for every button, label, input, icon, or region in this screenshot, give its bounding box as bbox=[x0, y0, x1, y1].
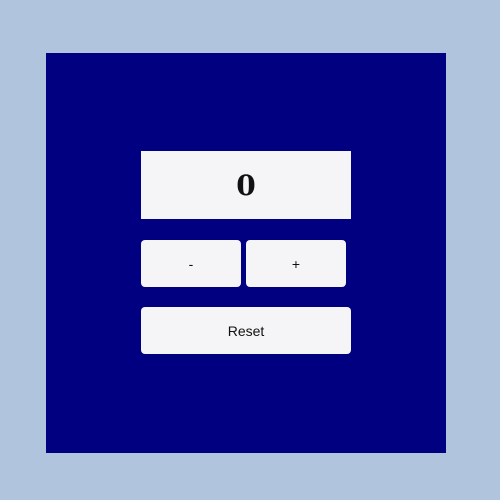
reset-button[interactable]: Reset bbox=[141, 307, 351, 354]
decrement-button[interactable]: - bbox=[141, 240, 241, 287]
counter-panel: 0 - + Reset bbox=[46, 53, 446, 453]
counter-display: 0 bbox=[141, 151, 351, 219]
increment-button[interactable]: + bbox=[246, 240, 346, 287]
